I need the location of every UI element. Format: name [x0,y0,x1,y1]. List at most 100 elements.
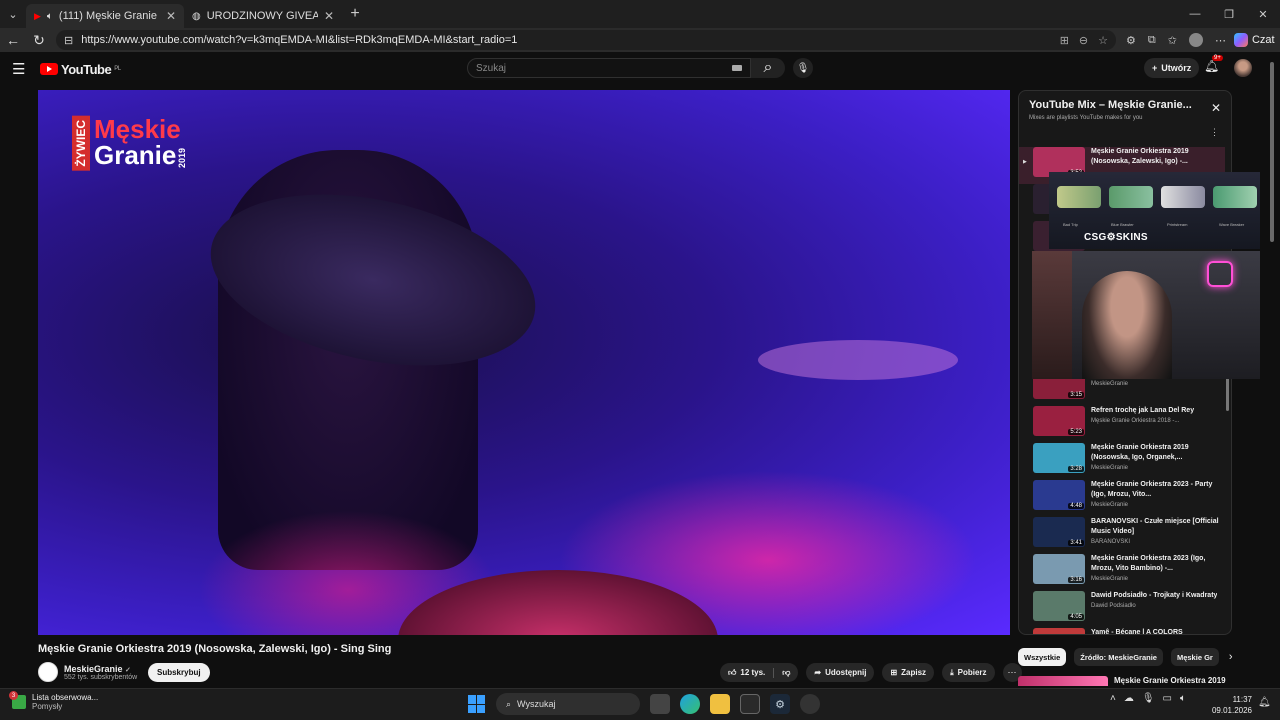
split-screen-icon[interactable]: ⧉ [1148,34,1156,47]
apps-icon[interactable]: ⊞ [1060,34,1069,47]
download-label: Pobierz [957,668,987,677]
tab-giveaway[interactable]: ◍ URODZINOWY GIVEAWAY KAMIL ✕ [184,4,342,28]
chevron-right-icon[interactable]: › [1229,651,1233,663]
more-menu-icon[interactable]: ⋯ [1215,34,1226,47]
site-info-icon[interactable]: ⊟ [64,34,73,47]
notifications-button[interactable]: 🔔︎ 9+ [1204,55,1223,73]
tab-youtube[interactable]: ▶ 🔈︎ (111) Męskie Granie Orkiestra ✕ [26,4,184,28]
clock[interactable]: 11:37 09.01.2026 [1210,694,1252,716]
page-scrollbar[interactable] [1268,58,1276,682]
task-view-icon[interactable] [650,694,670,714]
like-button[interactable]: 👍︎ 12 tys. [720,667,775,678]
playlist-item[interactable]: 4:05 Dawid Podsiadło - Trojkaty i Kwadrat… [1019,591,1225,628]
browser-tab-bar: ⌄ ▶ 🔈︎ (111) Męskie Granie Orkiestra ✕ ◍… [0,0,1280,28]
playlist-item[interactable]: 3:16 Męskie Granie Orkiestra 2023 (Igo, M… [1019,554,1225,591]
favorites-icon[interactable]: ✩ [1168,34,1177,47]
webcam-background [1032,251,1072,379]
display-icon[interactable]: ▭ [1163,693,1172,704]
create-button[interactable]: + Utwórz [1144,58,1200,78]
extensions-icon[interactable]: ⚙ [1126,34,1136,47]
search-button[interactable]: ⌕ [751,58,785,78]
search-icon: ⌕ [506,698,512,709]
tab-close-icon[interactable]: ✕ [324,9,334,23]
gun-label: Printstream [1167,222,1188,227]
store-icon[interactable] [740,694,760,714]
widget-badge: 3 [9,691,18,700]
now-playing-icon: ▶ [1023,159,1027,165]
playlist-item[interactable]: 3:28 Męskie Granie Orkiestra 2019 (Nosows… [1019,443,1225,480]
channel-avatar[interactable] [38,662,58,682]
download-button[interactable]: ⤓ Pobierz [942,663,995,682]
audio-icon[interactable]: 🔈︎ [47,11,53,22]
save-button[interactable]: ⊞ Zapisz [882,663,935,682]
playlist-item-title: Męskie Granie Orkiestra 2023 - Party (Ig… [1091,481,1213,498]
related-item[interactable]: Męskie Granie Orkiestra 2019 [1018,676,1226,686]
clock-date: 09.01.2026 [1211,706,1252,715]
playlist-item-channel: MeskieGranie [1091,465,1129,471]
keyboard-icon[interactable] [732,65,742,71]
neon-sign-icon [1207,261,1233,287]
playlist-item-title: BARANOVSKI - Czułe miejsce [Official Mus… [1091,518,1219,535]
duration-badge: 4:05 [1068,614,1084,620]
subscribe-button[interactable]: Subskrybuj [148,663,210,682]
favorite-star-icon[interactable]: ☆ [1098,34,1108,47]
tab-list-chevron-icon[interactable]: ⌄ [0,0,26,28]
chip-all[interactable]: Wszystkie [1018,648,1067,666]
duration-badge: 4:48 [1068,503,1084,509]
playlist-item[interactable]: 3:41 BARANOVSKI - Czułe miejsce [Official… [1019,517,1225,554]
copilot-button[interactable]: Czat [1233,33,1275,47]
logo-text: YouTube [61,61,112,77]
share-button[interactable]: ➦ Udostępnij [806,663,875,682]
overlay-word-1: Męskie [94,114,181,144]
url-field[interactable]: ⊟ https://www.youtube.com/watch?v=k3mqEM… [56,30,1116,50]
playlist-item[interactable]: 5:23 Refren trochę jak Lana Del Rey Męskie… [1019,406,1225,443]
volume-icon[interactable]: 🔈︎ [1180,693,1186,704]
duration-badge: 3:28 [1068,466,1084,472]
channel-name[interactable]: MeskieGranie [64,664,123,674]
tab-close-icon[interactable]: ✕ [166,9,176,23]
windows-start-icon[interactable] [468,695,486,713]
avatar[interactable] [1234,59,1252,77]
microphone-icon[interactable]: 🎙︎ [1142,693,1155,704]
playlist-thumbnail: 3:41 [1033,517,1085,547]
playlist-item-channel: Dawid Podsiadło [1091,603,1136,609]
file-explorer-icon[interactable] [710,694,730,714]
back-icon[interactable]: ← [0,32,26,48]
video-player[interactable]: ŻYWIEC Męskie Granie 2019 [38,90,1010,635]
close-icon[interactable]: ✕ [1211,101,1221,115]
playlist-item[interactable]: Yamê - Bécane | A COLORS [1019,628,1225,634]
reload-icon[interactable]: ↻ [26,32,52,49]
chip-meskie[interactable]: Męskie Gr [1170,648,1219,666]
save-label: Zapisz [901,668,927,677]
steam-icon[interactable]: ⚙ [770,694,790,714]
chevron-up-icon[interactable]: ˄ [1110,693,1116,704]
restore-icon[interactable]: ❐ [1212,0,1246,28]
dislike-button[interactable]: 👎︎ [774,668,798,678]
related-filter-chips: Wszystkie Źródło: MeskieGranie Męskie Gr… [1018,648,1233,666]
new-tab-icon[interactable]: + [342,5,368,23]
search-input[interactable]: Szukaj [467,58,751,78]
cloud-icon[interactable]: ☁ [1124,693,1134,704]
windows-taskbar: 3 Lista obserwowa... Pomysły ⌕ Wyszukaj … [0,688,1280,720]
mix-subtitle: Mixes are playlists YouTube makes for yo… [1029,115,1143,121]
playlist-item-title: Męskie Granie Orkiestra 2023 (Igo, Mrozu… [1091,555,1206,572]
related-thumbnail [1018,676,1108,686]
chip-source[interactable]: Źródło: MeskieGranie [1074,648,1163,666]
profile-icon[interactable] [1188,33,1203,47]
close-window-icon[interactable]: ✕ [1246,0,1280,28]
youtube-logo[interactable]: YouTube PL [40,62,121,77]
voice-search-button[interactable]: 🎙︎ [793,58,813,78]
search-icon: ⌕ [763,59,773,76]
playlist-item[interactable]: 4:48 Męskie Granie Orkiestra 2023 - Party… [1019,480,1225,517]
widgets-button[interactable]: 3 Lista obserwowa... Pomysły [9,691,98,711]
playlist-menu-icon[interactable]: ⋮ [1210,127,1219,138]
minimize-icon[interactable]: — [1178,0,1212,28]
duration-badge: 3:41 [1068,540,1084,546]
hamburger-menu-icon[interactable]: ☰ [12,60,32,78]
notification-center-icon[interactable]: 🔔︎ [1258,697,1271,708]
app-icon[interactable] [800,694,820,714]
zoom-icon[interactable]: ⊖ [1079,34,1088,47]
taskbar-search[interactable]: ⌕ Wyszukaj [496,693,640,715]
edge-icon[interactable] [680,694,700,714]
playlist-item-channel: MeskieGranie [1091,502,1129,508]
